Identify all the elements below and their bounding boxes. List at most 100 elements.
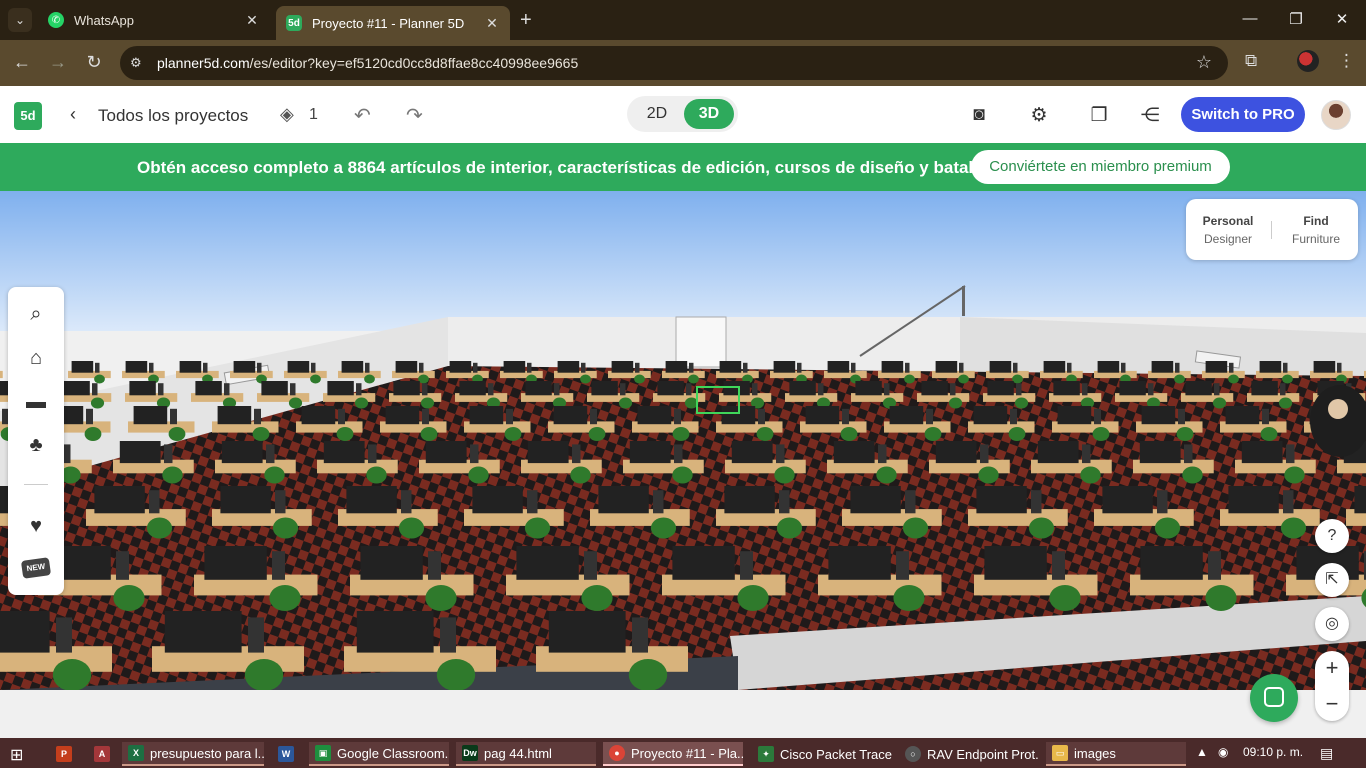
sofa-icon[interactable]: ▬ — [22, 388, 50, 416]
word-icon[interactable]: W — [272, 742, 300, 766]
pc-tower — [248, 617, 264, 653]
tray-status-icon[interactable]: ◉ — [1218, 745, 1228, 759]
monitor — [548, 611, 626, 653]
close-tab-icon[interactable]: ✕ — [244, 12, 260, 29]
taskbar-app-classroom[interactable]: ▣ Google Classroom... — [309, 742, 449, 766]
taskbar-app-images[interactable]: ▭ images — [1046, 742, 1186, 766]
pc-tower — [419, 362, 424, 373]
office-chair — [1154, 517, 1181, 539]
notifications-icon[interactable]: ▤ — [1320, 745, 1333, 762]
tray-chevron-up-icon[interactable]: ▲ — [1196, 745, 1208, 759]
pc-tower — [1280, 383, 1286, 396]
access-icon[interactable]: A — [88, 742, 116, 766]
become-premium-button[interactable]: Conviértete en miembro premium — [971, 150, 1230, 184]
new-items-icon[interactable]: NEW — [20, 557, 52, 579]
address-bar[interactable]: ⚙ planner5d.com/es/editor?key=ef5120cd0c… — [120, 46, 1228, 80]
monitor — [850, 486, 901, 514]
monitor — [301, 406, 336, 425]
pc-tower — [959, 362, 964, 373]
switch-to-pro-button[interactable]: Switch to PRO — [1181, 97, 1305, 132]
monitor — [1241, 441, 1283, 464]
monitor — [217, 406, 252, 425]
camera-icon[interactable]: ◙ — [967, 104, 991, 126]
pc-tower — [257, 362, 262, 373]
monitor — [516, 546, 579, 580]
extensions-icon[interactable]: ⧉ — [1245, 51, 1257, 71]
user-avatar[interactable] — [1321, 100, 1351, 130]
taskbar-app-chrome[interactable]: ● Proyecto #11 - Pla... — [603, 742, 743, 766]
windows-start-icon[interactable]: ⊞ — [10, 745, 23, 765]
zoom-in-icon[interactable]: + — [1315, 651, 1349, 685]
monitor — [261, 381, 288, 396]
back-arrow-icon[interactable]: ← — [11, 52, 33, 73]
external-link-icon[interactable]: ⇱ — [1315, 563, 1349, 597]
minimize-icon[interactable]: — — [1240, 10, 1260, 27]
new-tab-icon[interactable]: + — [520, 9, 532, 32]
office-chair — [1260, 427, 1278, 441]
taskbar-app-packet-tracer[interactable]: ✦ Cisco Packet Tracer — [752, 742, 892, 766]
pc-tower — [149, 490, 160, 514]
clock[interactable]: 09:10 p. m. — [1243, 745, 1303, 759]
redo-icon[interactable]: ↷ — [406, 103, 423, 128]
view-2d-button[interactable]: 2D — [633, 99, 681, 129]
monitor — [1151, 361, 1174, 373]
office-chair — [876, 466, 897, 484]
3d-viewport[interactable] — [0, 191, 1366, 690]
locate-icon[interactable]: ◎ — [1315, 607, 1349, 641]
chevron-left-icon[interactable]: ‹ — [70, 104, 76, 125]
office-chair — [618, 397, 633, 409]
restore-icon[interactable]: ❐ — [1286, 10, 1306, 28]
tab-planner5d[interactable]: 5d Proyecto #11 - Planner 5D ✕ — [276, 6, 510, 40]
office-chair — [84, 427, 102, 441]
reload-icon[interactable]: ↻ — [83, 52, 105, 73]
planner5d-logo[interactable]: 5d — [14, 102, 42, 130]
pc-tower — [401, 490, 412, 514]
browser-profile-avatar[interactable] — [1297, 50, 1319, 72]
find-furniture-button[interactable]: Find Furniture — [1276, 214, 1356, 246]
monitor — [1185, 381, 1212, 396]
home-icon[interactable]: ⌂ — [22, 344, 50, 372]
pc-tower — [290, 383, 296, 396]
office-chair — [756, 427, 774, 441]
taskbar-app-rav[interactable]: ○ RAV Endpoint Prot... — [899, 742, 1039, 766]
monitor — [553, 406, 588, 425]
3d-render — [0, 191, 1366, 690]
tree-icon[interactable]: ♣ — [22, 431, 50, 459]
layers-icon[interactable]: ◈ — [280, 104, 294, 125]
tab-search-dropdown-icon[interactable]: ⌄ — [8, 8, 32, 32]
taskbar-app-excel[interactable]: X presupuesto para l... — [122, 742, 264, 766]
chat-support-button[interactable] — [1250, 674, 1298, 722]
all-projects-link[interactable]: Todos los proyectos — [98, 106, 248, 126]
help-icon[interactable]: ? — [1315, 519, 1349, 553]
site-info-icon[interactable]: ⚙ — [130, 55, 142, 71]
taskbar-app-dreamweaver[interactable]: Dw pag 44.html — [456, 742, 596, 766]
pc-tower — [1067, 362, 1072, 373]
monitor — [525, 381, 552, 396]
chrome-icon: ● — [609, 745, 625, 761]
browser-menu-icon[interactable]: ⋮ — [1338, 51, 1355, 71]
zoom-out-icon[interactable]: − — [1315, 687, 1349, 721]
undo-icon[interactable]: ↶ — [354, 103, 371, 128]
monitor — [591, 381, 618, 396]
close-window-icon[interactable]: ✕ — [1332, 10, 1352, 28]
layers-count: 1 — [309, 106, 318, 123]
pc-tower — [164, 444, 173, 464]
pc-tower — [1082, 383, 1088, 396]
tab-whatsapp[interactable]: ✆ WhatsApp ✕ — [38, 4, 270, 36]
user-heart-icon[interactable]: ♥ — [22, 512, 50, 540]
copy-icon[interactable]: ❐ — [1087, 104, 1111, 127]
forward-arrow-icon[interactable]: → — [47, 52, 69, 73]
gear-icon[interactable]: ⚙ — [1027, 104, 1051, 127]
pc-tower — [149, 362, 154, 373]
office-chair — [672, 427, 690, 441]
share-icon[interactable]: ⋲ — [1138, 104, 1162, 127]
personal-designer-button[interactable]: Personal Designer — [1188, 214, 1268, 246]
search-icon[interactable]: ⌕ — [22, 300, 50, 328]
view-3d-button[interactable]: 3D — [684, 99, 734, 129]
pc-tower — [779, 490, 790, 514]
bookmark-star-icon[interactable]: ☆ — [1196, 52, 1212, 73]
monitor — [881, 361, 904, 373]
monitor — [805, 406, 840, 425]
powerpoint-icon[interactable]: P — [50, 742, 78, 766]
close-tab-icon[interactable]: ✕ — [484, 15, 500, 32]
